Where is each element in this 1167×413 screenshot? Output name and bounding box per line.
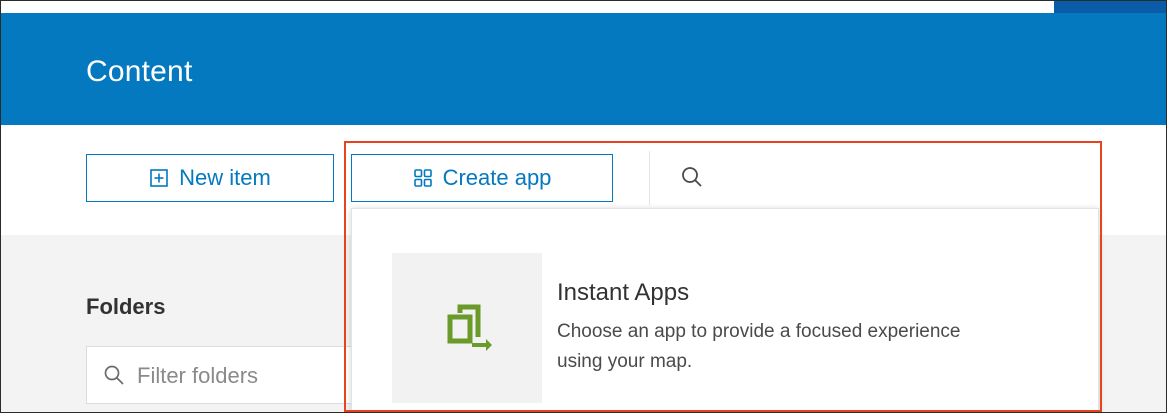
create-app-button[interactable]: Create app (351, 154, 613, 202)
search-input[interactable] (720, 161, 1064, 197)
app-window: Content New item Create app Folders Filt… (0, 0, 1167, 413)
page-title: Content (86, 55, 193, 88)
create-app-label: Create app (442, 165, 552, 190)
folders-heading: Folders (86, 294, 166, 319)
page-header: Content (1, 13, 1166, 125)
new-item-button[interactable]: New item (86, 154, 334, 202)
plus-square-icon (149, 168, 169, 188)
new-item-label: New item (179, 165, 271, 190)
search-icon (680, 165, 704, 189)
instant-apps-icon (440, 299, 494, 358)
instant-apps-description: Choose an app to provide a focused exper… (557, 321, 961, 372)
apps-grid-icon (413, 168, 433, 188)
create-app-menu: Instant Apps Choose an app to provide a … (351, 208, 1099, 412)
top-strip-accent (1054, 1, 1166, 13)
top-strip (1, 1, 1166, 13)
search-box (649, 151, 1070, 205)
filter-folders-input[interactable] (135, 359, 349, 393)
filter-folders-box (86, 346, 356, 404)
search-icon (103, 364, 125, 386)
instant-apps-tile[interactable] (392, 253, 542, 403)
instant-apps-title[interactable]: Instant Apps (557, 279, 689, 307)
